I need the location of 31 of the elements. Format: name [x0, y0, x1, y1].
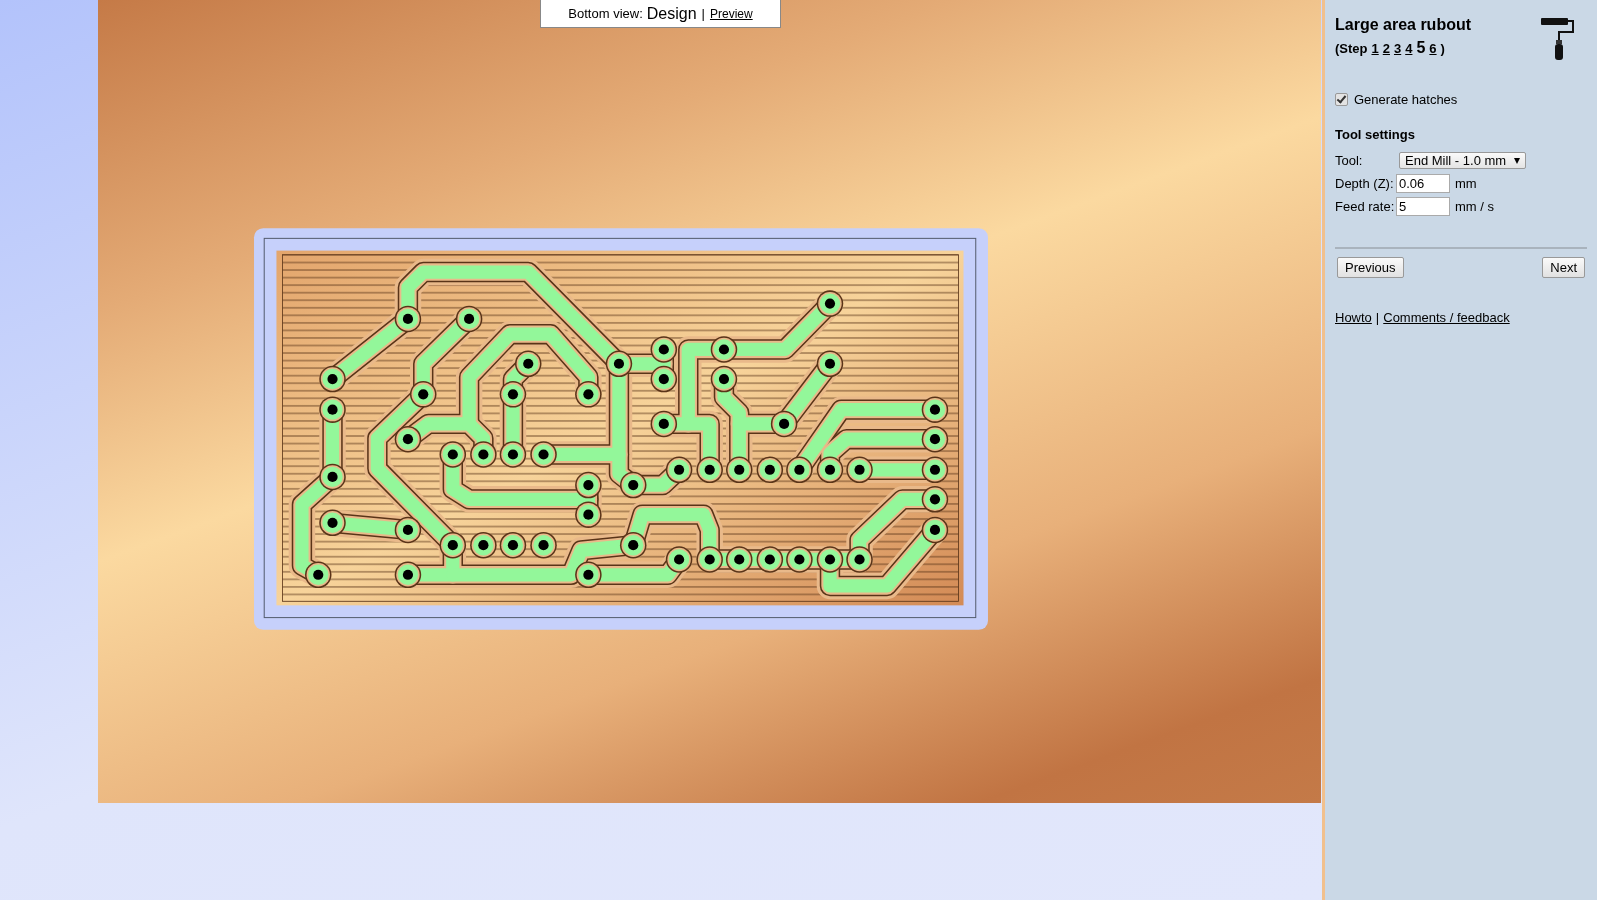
- panel-title: Large area rubout: [1335, 16, 1472, 34]
- step-link[interactable]: 4: [1405, 41, 1413, 56]
- section-title: Tool settings: [1335, 127, 1416, 142]
- step-link[interactable]: 3: [1393, 41, 1402, 56]
- step-link[interactable]: 6: [1429, 41, 1437, 56]
- checkbox-label: Generate hatches: [1354, 92, 1458, 107]
- step-suffix: ): [1440, 41, 1445, 56]
- text-link[interactable]: Howto: [1335, 310, 1372, 325]
- view-option[interactable]: Design: [646, 4, 697, 23]
- view-label: Bottom view:: [568, 6, 643, 21]
- unit-label: mm / s: [1455, 199, 1494, 214]
- view-option[interactable]: Preview: [709, 6, 753, 21]
- current-step: 5: [1416, 39, 1426, 57]
- step-link[interactable]: 2: [1382, 41, 1390, 56]
- field-label: Depth (Z):: [1335, 176, 1395, 191]
- field-label: Tool:: [1335, 153, 1364, 168]
- previous-button[interactable]: Previous: [1337, 257, 1404, 278]
- unit-label: mm: [1455, 176, 1477, 191]
- input-field[interactable]: 0.06: [1396, 174, 1450, 193]
- tool-dropdown[interactable]: End Mill - 1.0 mm: [1399, 152, 1527, 169]
- input-field[interactable]: 5: [1396, 197, 1450, 216]
- next-button[interactable]: Next: [1542, 257, 1585, 278]
- separator: |: [701, 6, 705, 21]
- checkbox[interactable]: [1335, 93, 1348, 106]
- step-prefix: (Step: [1335, 41, 1368, 56]
- text-link[interactable]: Comments / feedback: [1383, 310, 1510, 325]
- separator: |: [1375, 310, 1380, 325]
- field-label: Feed rate:: [1335, 199, 1396, 214]
- step-link[interactable]: 1: [1371, 41, 1379, 56]
- generate-hatches-checkbox[interactable]: Generate hatches: [1335, 92, 1587, 107]
- paint-roller-icon: [1541, 18, 1575, 62]
